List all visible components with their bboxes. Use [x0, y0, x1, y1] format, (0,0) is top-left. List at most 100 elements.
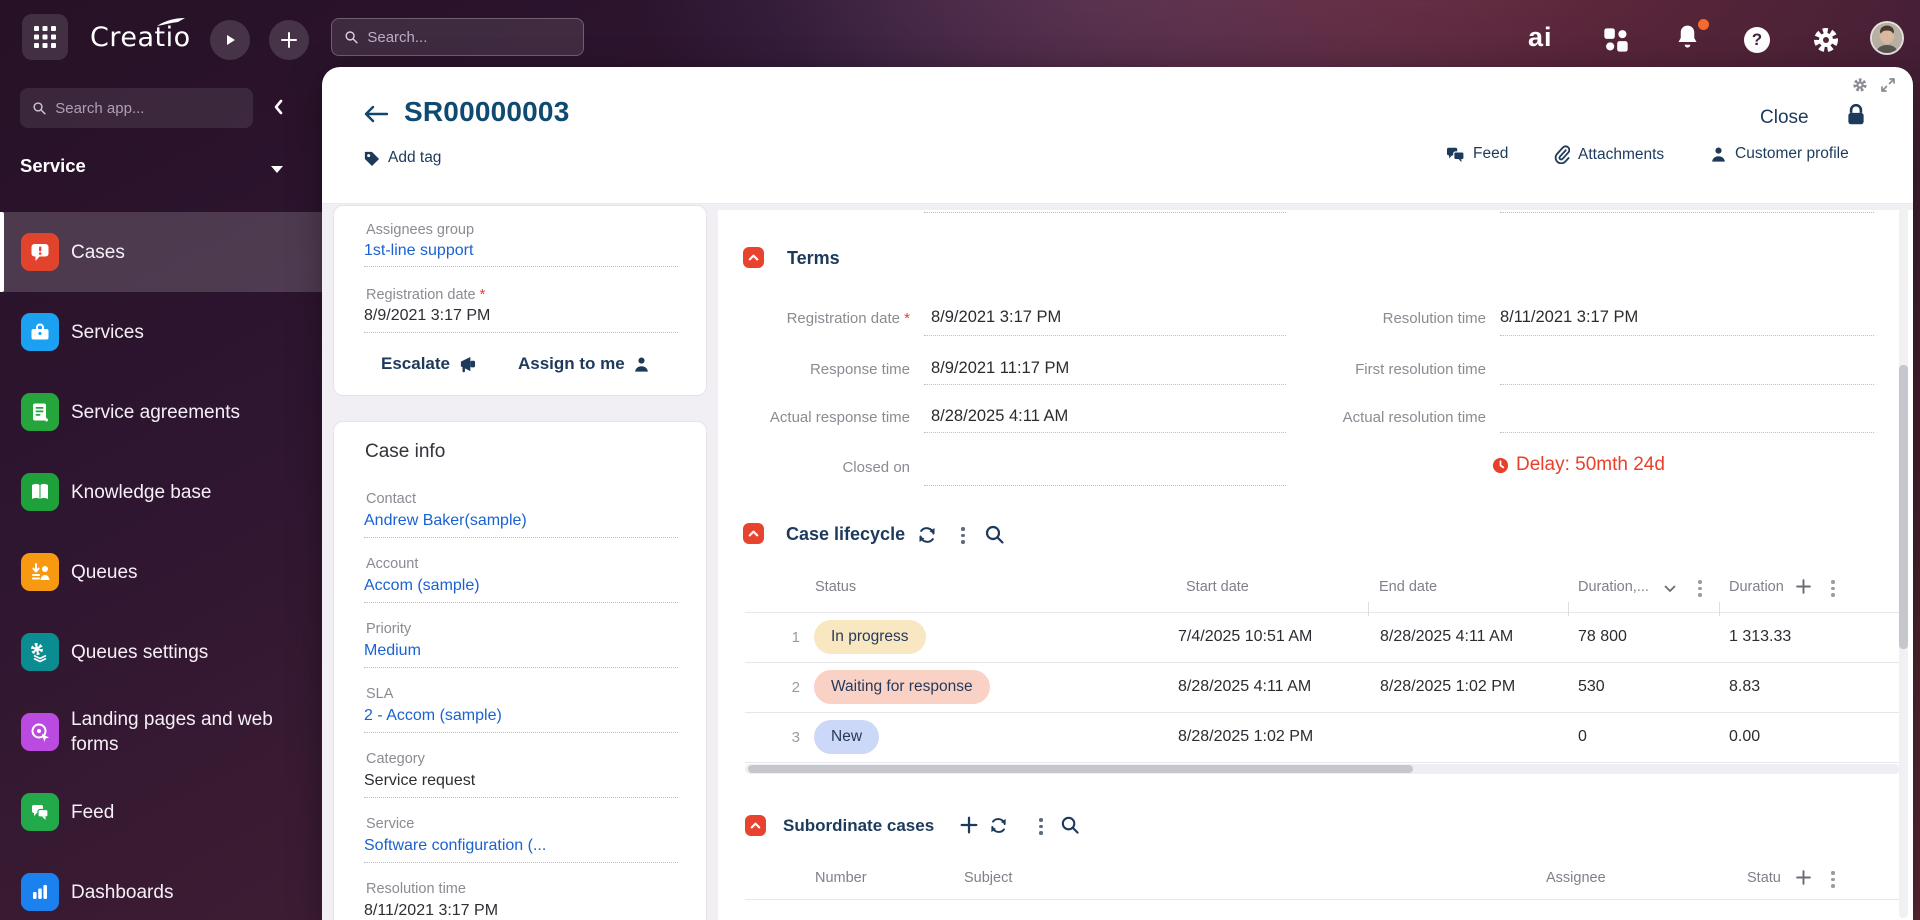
priority-link[interactable]: Medium [364, 642, 421, 660]
content-area: Assignees group 1st-line support Registr… [322, 204, 1913, 920]
cell-duration[interactable]: 0.00 [1729, 728, 1760, 746]
page-settings-gear-icon[interactable] [1852, 77, 1868, 93]
chevron-down-icon[interactable] [270, 165, 284, 174]
sidebar-item-feed[interactable]: Feed [0, 772, 322, 852]
terms-resolution-time[interactable]: 8/11/2021 3:17 PM [1500, 308, 1638, 327]
lifecycle-collapse-button[interactable] [743, 523, 764, 544]
col-header-duration[interactable]: Duration [1729, 579, 1784, 595]
sidebar-item-services[interactable]: Services [0, 292, 322, 372]
add-tag-button[interactable]: Add tag [363, 149, 441, 167]
ai-logo[interactable]: ai [1528, 22, 1553, 53]
col-header-number[interactable]: Number [815, 870, 867, 886]
field-label: Resolution time [1382, 310, 1486, 327]
horizontal-scrollbar-track[interactable] [745, 764, 1900, 774]
attachments-button[interactable]: Attachments [1553, 145, 1664, 164]
assign-to-me-button[interactable]: Assign to me [518, 354, 650, 374]
notifications-button[interactable] [1674, 19, 1709, 57]
col-header-duration-min[interactable]: Duration,... [1578, 579, 1649, 595]
add-column-icon[interactable] [1795, 578, 1812, 595]
field-separator [364, 732, 678, 733]
status-pill[interactable]: In progress [814, 620, 926, 654]
terms-registration-date[interactable]: 8/9/2021 3:17 PM [931, 308, 1061, 327]
help-button[interactable]: ? [1744, 27, 1770, 53]
cases-icon [21, 233, 59, 271]
cell-duration-min[interactable]: 0 [1578, 728, 1587, 746]
status-pill[interactable]: New [814, 720, 880, 754]
customer-profile-button[interactable]: Customer profile [1710, 145, 1849, 163]
cell-start-date[interactable]: 8/28/2025 1:02 PM [1178, 728, 1313, 746]
user-avatar[interactable] [1870, 21, 1904, 55]
col-header-start-date[interactable]: Start date [1186, 579, 1249, 595]
column-menu-kebab[interactable] [1831, 580, 1835, 597]
cell-start-date[interactable]: 7/4/2025 10:51 AM [1178, 628, 1312, 646]
sidebar-item-queues-settings[interactable]: Queues settings [0, 612, 322, 692]
search-icon[interactable] [984, 524, 1005, 545]
terms-actual-response-time[interactable]: 8/28/2025 4:11 AM [931, 407, 1068, 426]
sidebar-item-label: Service agreements [71, 401, 240, 423]
refresh-icon[interactable] [989, 816, 1008, 835]
assignees-group-link[interactable]: 1st-line support [364, 242, 473, 260]
resolution-time-value[interactable]: 8/11/2021 3:17 PM [364, 902, 498, 920]
escalate-button[interactable]: Escalate [381, 354, 477, 374]
sidebar-item-service-agreements[interactable]: Service agreements [0, 372, 322, 452]
sla-link[interactable]: 2 - Accom (sample) [364, 707, 502, 725]
col-header-subject[interactable]: Subject [964, 870, 1012, 886]
apps-grid-button[interactable] [22, 14, 68, 60]
close-button[interactable]: Close [1760, 107, 1809, 129]
sidebar-item-cases[interactable]: Cases [0, 212, 322, 292]
subordinate-menu-kebab[interactable] [1039, 818, 1043, 835]
lock-icon[interactable] [1845, 103, 1867, 127]
copilot-button[interactable] [1602, 26, 1630, 59]
add-column-icon[interactable] [1795, 869, 1812, 886]
global-search-input[interactable] [367, 28, 571, 46]
global-search[interactable] [331, 18, 584, 56]
sidebar-item-queues[interactable]: Queues [0, 532, 322, 612]
col-header-status[interactable]: Statu [1747, 870, 1781, 886]
cell-duration-min[interactable]: 530 [1578, 678, 1605, 696]
cell-duration[interactable]: 8.83 [1729, 678, 1760, 696]
registration-date-value[interactable]: 8/9/2021 3:17 PM [364, 307, 490, 325]
col-header-assignee[interactable]: Assignee [1546, 870, 1606, 886]
sidebar-collapse-button[interactable] [268, 96, 290, 123]
column-menu-kebab[interactable] [1831, 871, 1835, 888]
sidebar-item-dashboards[interactable]: Dashboards [0, 852, 322, 920]
app-search[interactable] [20, 88, 253, 128]
workspace-selector[interactable]: Service [20, 155, 86, 177]
horizontal-scrollbar-thumb[interactable] [748, 765, 1413, 773]
terms-collapse-button[interactable] [743, 247, 764, 268]
cell-end-date[interactable]: 8/28/2025 4:11 AM [1380, 628, 1513, 646]
cell-end-date[interactable]: 8/28/2025 1:02 PM [1380, 678, 1515, 696]
lifecycle-title: Case lifecycle [786, 524, 906, 544]
app-search-input[interactable] [55, 99, 241, 117]
search-icon[interactable] [1060, 815, 1080, 835]
subordinate-collapse-button[interactable] [745, 815, 766, 836]
column-menu-kebab[interactable] [1698, 580, 1702, 597]
refresh-icon[interactable] [917, 525, 937, 545]
account-link[interactable]: Accom (sample) [364, 577, 480, 595]
col-header-end-date[interactable]: End date [1379, 579, 1437, 595]
expand-icon[interactable] [1880, 77, 1896, 93]
field-label: Registration date * [786, 310, 910, 327]
back-arrow-icon[interactable] [363, 103, 389, 125]
lifecycle-menu-kebab[interactable] [961, 527, 965, 544]
category-value[interactable]: Service request [364, 772, 475, 790]
service-link[interactable]: Software configuration (... [364, 837, 546, 855]
cell-duration-min[interactable]: 78 800 [1578, 628, 1627, 646]
add-record-button[interactable] [269, 20, 309, 60]
settings-button[interactable] [1812, 26, 1840, 59]
vertical-scrollbar-track[interactable] [1899, 208, 1908, 918]
sidebar-item-landing-pages[interactable]: Landing pages and web forms [0, 692, 322, 772]
sort-chevron-icon[interactable] [1664, 585, 1676, 593]
field-label: Account [366, 556, 419, 572]
add-icon[interactable] [960, 816, 978, 834]
col-header-status[interactable]: Status [815, 579, 856, 595]
cell-start-date[interactable]: 8/28/2025 4:11 AM [1178, 678, 1311, 696]
contact-link[interactable]: Andrew Baker(sample) [364, 512, 527, 530]
vertical-scrollbar-thumb[interactable] [1899, 365, 1908, 649]
sidebar-item-knowledge-base[interactable]: Knowledge base [0, 452, 322, 532]
feed-tab-button[interactable]: Feed [1446, 145, 1508, 163]
cell-duration[interactable]: 1 313.33 [1729, 628, 1791, 646]
terms-response-time[interactable]: 8/9/2021 11:17 PM [931, 359, 1069, 378]
status-pill[interactable]: Waiting for response [814, 670, 990, 704]
process-play-button[interactable] [210, 20, 250, 60]
